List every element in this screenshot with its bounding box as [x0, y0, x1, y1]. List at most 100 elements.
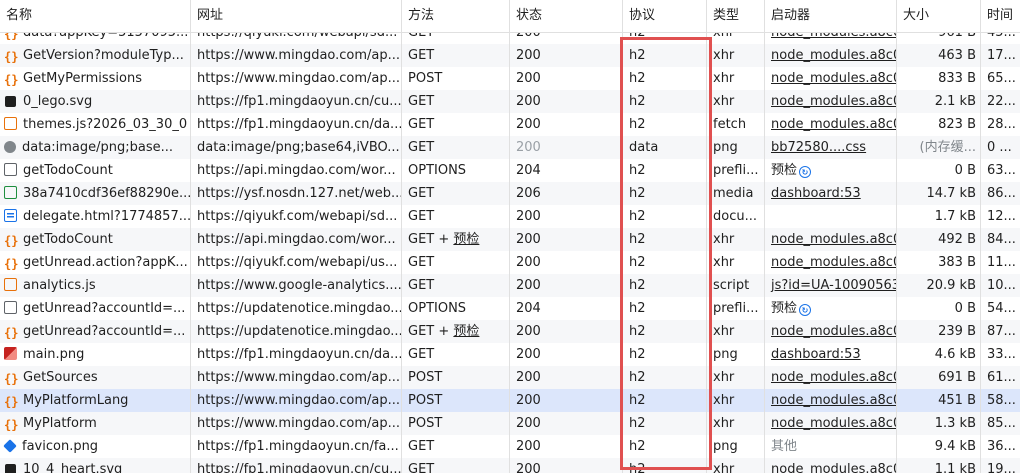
- cell-method: POST: [402, 389, 510, 412]
- initiator-link[interactable]: node_modules.a8c0e...: [771, 324, 896, 339]
- cell-protocol: h2: [623, 458, 707, 473]
- column-header-time[interactable]: 时间: [981, 0, 1020, 32]
- table-row[interactable]: analytics.js https://www.google-analytics…: [0, 274, 1020, 297]
- preflight-link[interactable]: 预检: [453, 232, 479, 247]
- column-header-initiator[interactable]: 启动器: [765, 0, 897, 32]
- table-row[interactable]: {} getUnread?accountId=... https://updaten…: [0, 320, 1020, 343]
- cell-status: 200: [510, 251, 623, 274]
- table-row[interactable]: favicon.png https://fp1.mingdaoyun.cn/fa.…: [0, 435, 1020, 458]
- cell-initiator: [765, 205, 897, 228]
- cell-name[interactable]: {} MyPlatformLang: [0, 389, 191, 412]
- cell-size: 239 B: [897, 320, 981, 343]
- cell-status: 200: [510, 366, 623, 389]
- table-row[interactable]: main.png https://fp1.mingdaoyun.cn/da... G…: [0, 343, 1020, 366]
- cell-time: 36...: [987, 439, 1016, 454]
- table-row[interactable]: delegate.html?1774857... https://qiyukf.c…: [0, 205, 1020, 228]
- table-row[interactable]: getUnread?accountId=... https://updatenot…: [0, 297, 1020, 320]
- cell-name[interactable]: 38a7410cdf36ef88290e...: [0, 182, 191, 205]
- table-row[interactable]: 10_4_heart.svg https://fp1.mingdaoyun.cn/…: [0, 458, 1020, 473]
- request-name: favicon.png: [22, 439, 99, 454]
- table-row[interactable]: {} getTodoCount https://api.mingdao.com/wo…: [0, 228, 1020, 251]
- initiator-link[interactable]: node_modules.a8c0e...: [771, 255, 896, 270]
- table-row[interactable]: 0_lego.svg https://fp1.mingdaoyun.cn/cu..…: [0, 90, 1020, 113]
- initiator-link[interactable]: node_modules.a8c0e...: [771, 416, 896, 431]
- cell-name[interactable]: 10_4_heart.svg: [0, 458, 191, 473]
- column-header-status[interactable]: 状态: [510, 0, 623, 32]
- cell-type: xhr: [707, 251, 765, 274]
- column-header-protocol[interactable]: 协议: [623, 0, 707, 32]
- table-row[interactable]: {} GetVersion?moduleTyp... https://www.min…: [0, 44, 1020, 67]
- cell-type: script: [707, 274, 765, 297]
- cell-protocol: h2: [623, 274, 707, 297]
- cell-protocol: h2: [623, 366, 707, 389]
- cell-size: 0 B: [897, 159, 981, 182]
- preflight-icon[interactable]: ↻: [799, 304, 812, 316]
- table-row[interactable]: data:image/png;base... data:image/png;bas…: [0, 136, 1020, 159]
- cell-name[interactable]: {} getUnread?accountId=...: [0, 320, 191, 343]
- initiator-link[interactable]: node_modules.a8c0e...: [771, 393, 896, 408]
- initiator-link[interactable]: node_modules.a8c0e...: [771, 71, 896, 86]
- initiator-link[interactable]: js?id=UA-10090563-...: [771, 278, 896, 293]
- cell-size: 823 B: [897, 113, 981, 136]
- cell-name[interactable]: {} MyPlatform: [0, 412, 191, 435]
- cell-method: GET: [402, 343, 510, 366]
- cell-protocol: h2: [623, 412, 707, 435]
- initiator-link[interactable]: node_modules.a8c0e...: [771, 48, 896, 63]
- cell-method: POST: [402, 67, 510, 90]
- initiator-link[interactable]: node_modules.a8c0e...: [771, 232, 896, 247]
- column-header-type[interactable]: 类型: [707, 0, 765, 32]
- cell-protocol: h2: [623, 320, 707, 343]
- cell-size: 0 B: [897, 297, 981, 320]
- table-row[interactable]: {} GetMyPermissions https://www.mingdao.co…: [0, 67, 1020, 90]
- initiator-link[interactable]: bb72580....css: [771, 140, 866, 155]
- cell-name[interactable]: {} GetVersion?moduleTyp...: [0, 44, 191, 67]
- preflight-link[interactable]: 预检: [453, 324, 479, 339]
- lego-icon: [5, 464, 16, 473]
- table-row[interactable]: 38a7410cdf36ef88290e... https://ysf.nosdn…: [0, 182, 1020, 205]
- initiator-link[interactable]: node_modules.a8c0e...: [771, 370, 896, 385]
- cell-initiator: node_modules.a8c0e...: [765, 389, 897, 412]
- cell-name[interactable]: getUnread?accountId=...: [0, 297, 191, 320]
- cell-name[interactable]: themes.js?2026_03_30_0: [0, 113, 191, 136]
- cell-url: https://www.mingdao.com/ap...: [191, 412, 402, 435]
- initiator-link[interactable]: node_modules.a8c0e...: [771, 462, 896, 473]
- cell-size: 1.7 kB: [897, 205, 981, 228]
- xhr-icon: {}: [4, 73, 19, 87]
- cell-name[interactable]: favicon.png: [0, 435, 191, 458]
- column-header-url[interactable]: 网址: [191, 0, 402, 32]
- initiator-link[interactable]: dashboard:53: [771, 186, 861, 201]
- cell-name[interactable]: main.png: [0, 343, 191, 366]
- table-row[interactable]: themes.js?2026_03_30_0 https://fp1.mingda…: [0, 113, 1020, 136]
- script-icon: [4, 278, 17, 291]
- cell-method: GET + 预检: [402, 228, 510, 251]
- cell-type: prefli...: [707, 159, 765, 182]
- request-name: MyPlatform: [23, 416, 97, 431]
- cell-name[interactable]: {} GetSources: [0, 366, 191, 389]
- column-header-name[interactable]: 名称: [0, 0, 191, 32]
- cell-method: OPTIONS: [402, 297, 510, 320]
- cell-name[interactable]: 0_lego.svg: [0, 90, 191, 113]
- cell-method: GET: [402, 205, 510, 228]
- request-name: themes.js?2026_03_30_0: [23, 117, 188, 132]
- cell-url: https://fp1.mingdaoyun.cn/cu...: [191, 90, 402, 113]
- initiator-link[interactable]: node_modules.a8c0e...: [771, 94, 896, 109]
- preflight-icon[interactable]: ↻: [799, 166, 812, 178]
- table-row[interactable]: {} MyPlatformLang https://www.mingdao.com/…: [0, 389, 1020, 412]
- table-row[interactable]: {} GetSources https://www.mingdao.com/ap..…: [0, 366, 1020, 389]
- column-header-method[interactable]: 方法: [402, 0, 510, 32]
- table-row[interactable]: getTodoCount https://api.mingdao.com/wor.…: [0, 159, 1020, 182]
- table-row[interactable]: {} getUnread.action?appK... https://qiyukf…: [0, 251, 1020, 274]
- cell-name[interactable]: data:image/png;base...: [0, 136, 191, 159]
- cell-url: data:image/png;base64,iVBO...: [191, 136, 402, 159]
- cell-name[interactable]: {} getUnread.action?appK...: [0, 251, 191, 274]
- cell-name[interactable]: analytics.js: [0, 274, 191, 297]
- cell-method: GET + 预检: [402, 320, 510, 343]
- initiator-link[interactable]: dashboard:53: [771, 347, 861, 362]
- initiator-link[interactable]: node_modules.a8c0e...: [771, 117, 896, 132]
- cell-name[interactable]: getTodoCount: [0, 159, 191, 182]
- cell-name[interactable]: delegate.html?1774857...: [0, 205, 191, 228]
- column-header-size[interactable]: 大小: [897, 0, 981, 32]
- cell-name[interactable]: {} GetMyPermissions: [0, 67, 191, 90]
- cell-name[interactable]: {} getTodoCount: [0, 228, 191, 251]
- table-row[interactable]: {} MyPlatform https://www.mingdao.com/ap..…: [0, 412, 1020, 435]
